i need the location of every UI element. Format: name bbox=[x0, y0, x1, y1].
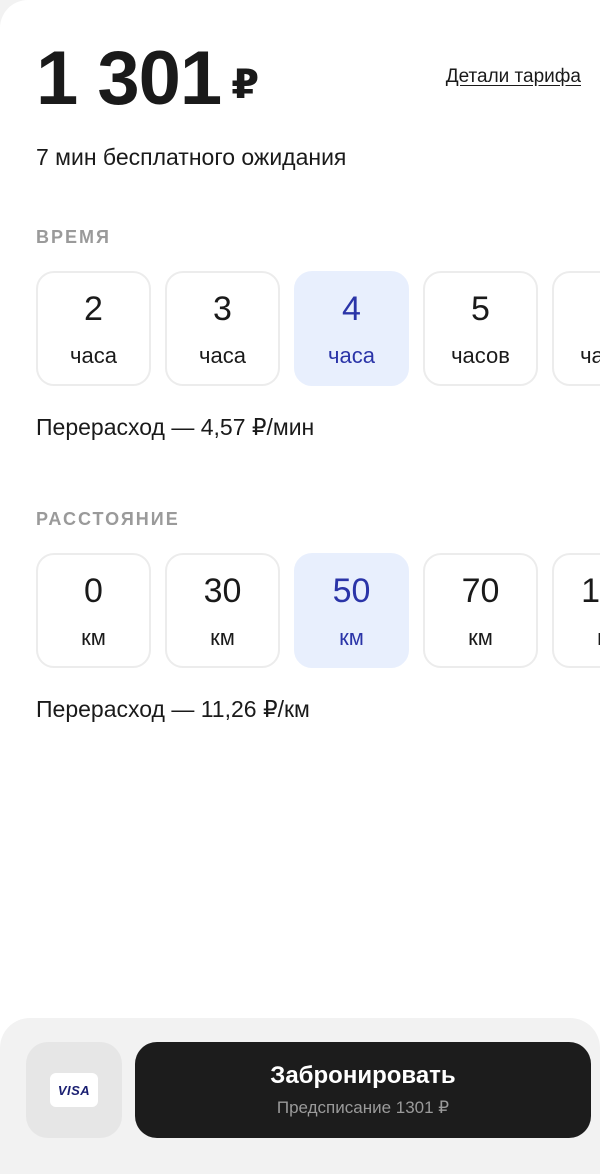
price-amount: 1 301 bbox=[36, 36, 222, 121]
time-option-unit: часа bbox=[328, 342, 375, 368]
time-option-3[interactable]: 3 часа bbox=[165, 271, 280, 386]
tariff-details-link[interactable]: Детали тарифа bbox=[446, 66, 581, 88]
time-option-value: 3 bbox=[213, 289, 232, 328]
time-option-unit: часа bbox=[70, 342, 117, 368]
visa-card-icon: VISA bbox=[50, 1073, 98, 1107]
time-option-2[interactable]: 2 часа bbox=[36, 271, 151, 386]
book-button[interactable]: Забронировать Предсписание 1301 ₽ bbox=[135, 1042, 591, 1138]
distance-option-unit: км bbox=[339, 624, 364, 650]
distance-option-0[interactable]: 0 км bbox=[36, 553, 151, 668]
time-option-5[interactable]: 5 часов bbox=[423, 271, 538, 386]
distance-option-70[interactable]: 70 км bbox=[423, 553, 538, 668]
distance-section-label: Расстояние bbox=[36, 509, 180, 529]
time-option-value: 5 bbox=[471, 289, 490, 328]
time-option-6[interactable]: 6 часов bbox=[552, 271, 600, 386]
book-button-label: Забронировать bbox=[270, 1062, 456, 1089]
price-currency: ₽ bbox=[231, 63, 259, 107]
distance-option-unit: км bbox=[468, 624, 493, 650]
distance-option-value: 50 bbox=[332, 571, 371, 610]
distance-option-50[interactable]: 50 км bbox=[294, 553, 409, 668]
price-total: 1 301 ₽ bbox=[36, 34, 259, 130]
time-options: 2 часа 3 часа 4 часа 5 часов 6 часов bbox=[36, 271, 600, 386]
time-option-unit: часов bbox=[580, 342, 600, 368]
distance-option-30[interactable]: 30 км bbox=[165, 553, 280, 668]
distance-option-value: 100 bbox=[581, 571, 600, 610]
distance-overrun-text: Перерасход — 11,26 ₽/км bbox=[36, 696, 310, 722]
time-option-unit: часов bbox=[451, 342, 510, 368]
distance-option-value: 70 bbox=[461, 571, 500, 610]
distance-option-100[interactable]: 100 км bbox=[552, 553, 600, 668]
free-wait-text: 7 мин бесплатного ожидания bbox=[36, 144, 347, 170]
distance-option-value: 30 bbox=[203, 571, 242, 610]
distance-option-unit: км bbox=[210, 624, 235, 650]
time-overrun-text: Перерасход — 4,57 ₽/мин bbox=[36, 414, 315, 440]
time-option-unit: часа bbox=[199, 342, 246, 368]
time-option-4[interactable]: 4 часа bbox=[294, 271, 409, 386]
time-section-label: Время bbox=[36, 227, 111, 247]
distance-option-value: 0 bbox=[84, 571, 103, 610]
time-option-value: 4 bbox=[342, 289, 361, 328]
payment-method-button[interactable]: VISA bbox=[26, 1042, 122, 1138]
distance-options: 0 км 30 км 50 км 70 км 100 км bbox=[36, 553, 600, 668]
tariff-sheet: 1 301 ₽ Детали тарифа 7 мин бесплатного о… bbox=[0, 0, 600, 1174]
distance-option-unit: км bbox=[81, 624, 106, 650]
prepay-label: Предсписание 1301 ₽ bbox=[276, 1098, 450, 1117]
time-option-value: 2 bbox=[84, 289, 103, 328]
